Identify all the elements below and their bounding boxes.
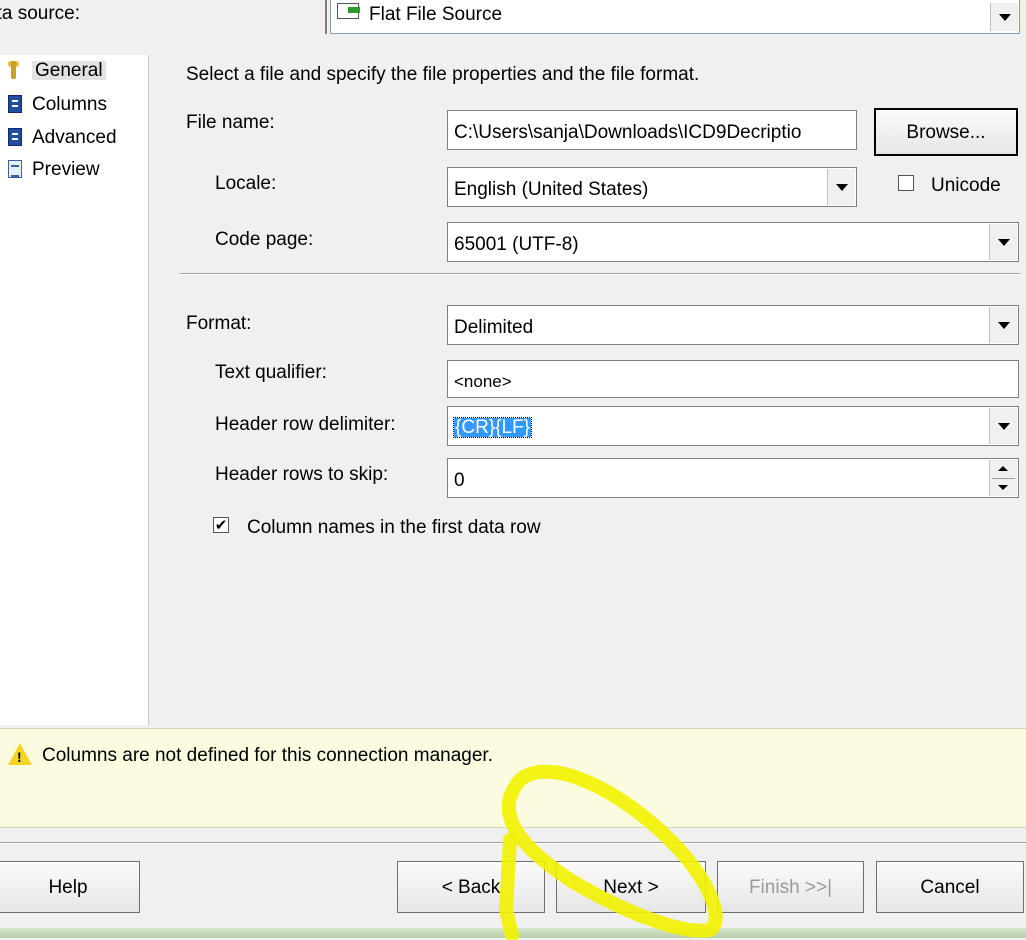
- warning-icon: !: [8, 743, 32, 765]
- header-row-delimiter-dropdown-button[interactable]: [989, 408, 1017, 444]
- nav-item-label: Advanced: [32, 127, 117, 148]
- header-rows-to-skip-value: 0: [454, 470, 465, 491]
- section-divider: [180, 273, 1020, 275]
- warning-message: Columns are not defined for this connect…: [42, 745, 493, 766]
- browse-button-label: Browse...: [906, 121, 986, 143]
- format-value: Delimited: [454, 317, 534, 338]
- header-rows-to-skip-spinner[interactable]: 0: [447, 458, 1019, 498]
- document-icon: [8, 95, 22, 113]
- nav-item-label: Preview: [32, 159, 100, 180]
- wrench-icon: [8, 61, 22, 79]
- spinner-arrows[interactable]: [989, 460, 1017, 496]
- format-dropdown-button[interactable]: [989, 307, 1017, 343]
- data-source-dropdown-button[interactable]: [990, 3, 1018, 31]
- code-page-dropdown-button[interactable]: [989, 224, 1017, 260]
- back-button[interactable]: < Back: [397, 861, 545, 913]
- nav-item-columns[interactable]: Columns: [8, 95, 107, 114]
- unicode-checkbox[interactable]: [898, 175, 914, 191]
- warning-panel: ! Columns are not defined for this conne…: [0, 728, 1026, 828]
- finish-button-label: Finish >>|: [748, 876, 833, 898]
- footer-divider: [0, 842, 1026, 844]
- header-row-delimiter-select[interactable]: {CR}{LF}: [447, 406, 1019, 446]
- nav-item-label: General: [32, 61, 106, 80]
- cancel-button-label: Cancel: [920, 876, 980, 898]
- header-rows-to-skip-label: Header rows to skip:: [215, 464, 389, 485]
- file-name-input[interactable]: C:\Users\sanja\Downloads\ICD9Decriptio: [447, 110, 857, 150]
- finish-button: Finish >>|: [717, 861, 864, 913]
- help-button-label: Help: [48, 876, 88, 898]
- browse-button[interactable]: Browse...: [874, 108, 1018, 156]
- format-select[interactable]: Delimited: [447, 305, 1019, 345]
- flat-file-icon: [337, 3, 360, 19]
- cancel-button[interactable]: Cancel: [876, 861, 1024, 913]
- file-name-label: File name:: [186, 112, 275, 133]
- document-icon: [8, 128, 22, 146]
- locale-dropdown-button[interactable]: [827, 169, 855, 205]
- header-row-delimiter-value: {CR}{LF}: [453, 417, 532, 438]
- page-nav: General Columns Advanced Preview: [0, 55, 149, 725]
- nav-item-label: Columns: [32, 94, 107, 115]
- locale-label: Locale:: [215, 173, 277, 194]
- unicode-label: Unicode: [931, 175, 1001, 196]
- window-bottom-edge: [0, 928, 1026, 938]
- text-qualifier-value: <none>: [454, 372, 512, 391]
- text-qualifier-label: Text qualifier:: [215, 362, 327, 383]
- instruction-text: Select a file and specify the file prope…: [186, 64, 700, 85]
- column-names-label: Column names in the first data row: [247, 517, 541, 538]
- next-button-label: Next >: [603, 876, 659, 898]
- data-source-value: Flat File Source: [369, 4, 503, 25]
- next-button[interactable]: Next >: [556, 861, 706, 913]
- data-source-separator: [325, 0, 327, 34]
- file-name-value: C:\Users\sanja\Downloads\ICD9Decriptio: [454, 122, 802, 143]
- nav-item-advanced[interactable]: Advanced: [8, 128, 117, 147]
- text-qualifier-input[interactable]: <none>: [447, 360, 1019, 398]
- locale-select[interactable]: English (United States): [447, 167, 857, 207]
- help-button[interactable]: Help: [0, 861, 140, 913]
- checkmark-icon: ✔: [214, 516, 228, 534]
- data-source-combo[interactable]: Flat File Source: [330, 0, 1020, 34]
- column-names-checkbox[interactable]: ✔: [213, 517, 229, 533]
- code-page-value: 65001 (UTF-8): [454, 234, 579, 255]
- locale-value: English (United States): [454, 179, 649, 200]
- header-row-delimiter-label: Header row delimiter:: [215, 414, 396, 435]
- back-button-label: < Back: [441, 876, 501, 898]
- format-label: Format:: [186, 313, 252, 334]
- nav-item-preview[interactable]: Preview: [8, 160, 100, 179]
- nav-item-general[interactable]: General: [8, 61, 106, 80]
- data-source-label: ata source:: [0, 3, 80, 24]
- code-page-label: Code page:: [215, 229, 314, 250]
- preview-icon: [8, 160, 22, 178]
- code-page-select[interactable]: 65001 (UTF-8): [447, 222, 1019, 262]
